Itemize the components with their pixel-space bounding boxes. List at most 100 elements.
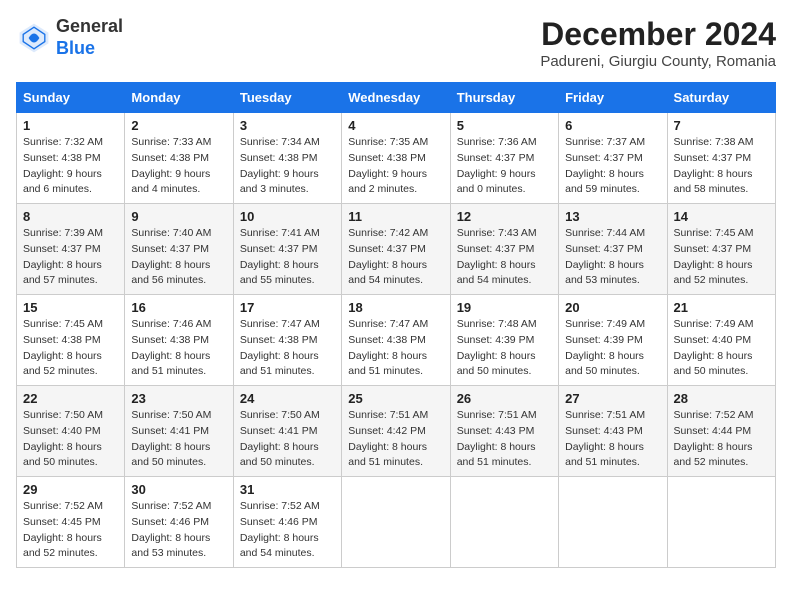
day-detail: Sunrise: 7:43 AMSunset: 4:37 PMDaylight:…	[457, 226, 552, 289]
day-number: 15	[23, 300, 118, 315]
day-number: 5	[457, 118, 552, 133]
calendar-day-cell: 28 Sunrise: 7:52 AMSunset: 4:44 PMDayligh…	[667, 386, 775, 477]
day-number: 31	[240, 482, 335, 497]
calendar-day-cell: 18Sunrise: 7:47 AMSunset: 4:38 PMDayligh…	[342, 295, 450, 386]
calendar-day-cell: 31 Sunrise: 7:52 AMSunset: 4:46 PMDayligh…	[233, 477, 341, 568]
day-number: 10	[240, 209, 335, 224]
calendar-day-cell: 22 Sunrise: 7:50 AMSunset: 4:40 PMDayligh…	[17, 386, 125, 477]
day-detail: Sunrise: 7:41 AMSunset: 4:37 PMDaylight:…	[240, 226, 335, 289]
day-detail: Sunrise: 7:39 AMSunset: 4:37 PMDaylight:…	[23, 226, 118, 289]
month-title: December 2024	[540, 16, 776, 53]
calendar-week-row: 29 Sunrise: 7:52 AMSunset: 4:45 PMDayligh…	[17, 477, 776, 568]
day-detail: Sunrise: 7:52 AMSunset: 4:46 PMDaylight:…	[240, 499, 335, 562]
calendar-week-row: 22 Sunrise: 7:50 AMSunset: 4:40 PMDayligh…	[17, 386, 776, 477]
calendar-day-cell: 14Sunrise: 7:45 AMSunset: 4:37 PMDayligh…	[667, 204, 775, 295]
weekday-header-wednesday: Wednesday	[342, 83, 450, 113]
day-detail: Sunrise: 7:40 AMSunset: 4:37 PMDaylight:…	[131, 226, 226, 289]
day-number: 30	[131, 482, 226, 497]
day-number: 4	[348, 118, 443, 133]
calendar-day-cell: 23Sunrise: 7:50 AMSunset: 4:41 PMDayligh…	[125, 386, 233, 477]
day-number: 11	[348, 209, 443, 224]
logo: General Blue	[16, 16, 123, 59]
calendar-day-cell: 5 Sunrise: 7:36 AMSunset: 4:37 PMDaylight…	[450, 113, 558, 204]
day-number: 26	[457, 391, 552, 406]
calendar-day-cell: 26 Sunrise: 7:51 AMSunset: 4:43 PMDayligh…	[450, 386, 558, 477]
day-detail: Sunrise: 7:44 AMSunset: 4:37 PMDaylight:…	[565, 226, 660, 289]
calendar-day-cell: 15Sunrise: 7:45 AMSunset: 4:38 PMDayligh…	[17, 295, 125, 386]
day-detail: Sunrise: 7:42 AMSunset: 4:37 PMDaylight:…	[348, 226, 443, 289]
day-detail: Sunrise: 7:34 AMSunset: 4:38 PMDaylight:…	[240, 135, 335, 198]
weekday-header-tuesday: Tuesday	[233, 83, 341, 113]
weekday-header-sunday: Sunday	[17, 83, 125, 113]
weekday-header-friday: Friday	[559, 83, 667, 113]
day-detail: Sunrise: 7:35 AMSunset: 4:38 PMDaylight:…	[348, 135, 443, 198]
day-detail: Sunrise: 7:52 AMSunset: 4:44 PMDaylight:…	[674, 408, 769, 471]
calendar-day-cell: 7 Sunrise: 7:38 AMSunset: 4:37 PMDaylight…	[667, 113, 775, 204]
calendar-table: SundayMondayTuesdayWednesdayThursdayFrid…	[16, 82, 776, 568]
day-detail: Sunrise: 7:51 AMSunset: 4:42 PMDaylight:…	[348, 408, 443, 471]
day-number: 2	[131, 118, 226, 133]
calendar-day-cell: 17 Sunrise: 7:47 AMSunset: 4:38 PMDayligh…	[233, 295, 341, 386]
empty-cell	[559, 477, 667, 568]
page-header: General Blue December 2024 Padureni, Giu…	[16, 16, 776, 70]
day-number: 23	[131, 391, 226, 406]
day-detail: Sunrise: 7:51 AMSunset: 4:43 PMDaylight:…	[565, 408, 660, 471]
day-number: 19	[457, 300, 552, 315]
day-number: 7	[674, 118, 769, 133]
day-detail: Sunrise: 7:50 AMSunset: 4:41 PMDaylight:…	[240, 408, 335, 471]
day-number: 27	[565, 391, 660, 406]
weekday-header-thursday: Thursday	[450, 83, 558, 113]
day-number: 22	[23, 391, 118, 406]
calendar-day-cell: 21Sunrise: 7:49 AMSunset: 4:40 PMDayligh…	[667, 295, 775, 386]
calendar-day-cell: 29 Sunrise: 7:52 AMSunset: 4:45 PMDayligh…	[17, 477, 125, 568]
day-number: 29	[23, 482, 118, 497]
empty-cell	[450, 477, 558, 568]
calendar-day-cell: 24Sunrise: 7:50 AMSunset: 4:41 PMDayligh…	[233, 386, 341, 477]
day-detail: Sunrise: 7:52 AMSunset: 4:45 PMDaylight:…	[23, 499, 118, 562]
day-detail: Sunrise: 7:46 AMSunset: 4:38 PMDaylight:…	[131, 317, 226, 380]
day-number: 8	[23, 209, 118, 224]
day-number: 17	[240, 300, 335, 315]
day-number: 18	[348, 300, 443, 315]
day-detail: Sunrise: 7:51 AMSunset: 4:43 PMDaylight:…	[457, 408, 552, 471]
calendar-week-row: 8 Sunrise: 7:39 AMSunset: 4:37 PMDaylight…	[17, 204, 776, 295]
calendar-day-cell: 10 Sunrise: 7:41 AMSunset: 4:37 PMDayligh…	[233, 204, 341, 295]
weekday-header-saturday: Saturday	[667, 83, 775, 113]
calendar-day-cell: 12 Sunrise: 7:43 AMSunset: 4:37 PMDayligh…	[450, 204, 558, 295]
calendar-day-cell: 16Sunrise: 7:46 AMSunset: 4:38 PMDayligh…	[125, 295, 233, 386]
day-number: 21	[674, 300, 769, 315]
calendar-day-cell: 1 Sunrise: 7:32 AMSunset: 4:38 PMDaylight…	[17, 113, 125, 204]
day-number: 12	[457, 209, 552, 224]
day-detail: Sunrise: 7:33 AMSunset: 4:38 PMDaylight:…	[131, 135, 226, 198]
logo-blue: Blue	[56, 38, 123, 60]
day-number: 13	[565, 209, 660, 224]
day-number: 6	[565, 118, 660, 133]
day-detail: Sunrise: 7:52 AMSunset: 4:46 PMDaylight:…	[131, 499, 226, 562]
day-number: 3	[240, 118, 335, 133]
day-number: 1	[23, 118, 118, 133]
calendar-day-cell: 9Sunrise: 7:40 AMSunset: 4:37 PMDaylight…	[125, 204, 233, 295]
day-detail: Sunrise: 7:48 AMSunset: 4:39 PMDaylight:…	[457, 317, 552, 380]
calendar-week-row: 15Sunrise: 7:45 AMSunset: 4:38 PMDayligh…	[17, 295, 776, 386]
day-number: 14	[674, 209, 769, 224]
calendar-day-cell: 30 Sunrise: 7:52 AMSunset: 4:46 PMDayligh…	[125, 477, 233, 568]
day-detail: Sunrise: 7:38 AMSunset: 4:37 PMDaylight:…	[674, 135, 769, 198]
calendar-day-cell: 8 Sunrise: 7:39 AMSunset: 4:37 PMDaylight…	[17, 204, 125, 295]
empty-cell	[342, 477, 450, 568]
calendar-header-row: SundayMondayTuesdayWednesdayThursdayFrid…	[17, 83, 776, 113]
day-number: 28	[674, 391, 769, 406]
calendar-day-cell: 13 Sunrise: 7:44 AMSunset: 4:37 PMDayligh…	[559, 204, 667, 295]
calendar-day-cell: 27 Sunrise: 7:51 AMSunset: 4:43 PMDayligh…	[559, 386, 667, 477]
calendar-day-cell: 19 Sunrise: 7:48 AMSunset: 4:39 PMDayligh…	[450, 295, 558, 386]
day-detail: Sunrise: 7:50 AMSunset: 4:40 PMDaylight:…	[23, 408, 118, 471]
day-number: 20	[565, 300, 660, 315]
calendar-day-cell: 20 Sunrise: 7:49 AMSunset: 4:39 PMDayligh…	[559, 295, 667, 386]
day-detail: Sunrise: 7:32 AMSunset: 4:38 PMDaylight:…	[23, 135, 118, 198]
day-detail: Sunrise: 7:47 AMSunset: 4:38 PMDaylight:…	[240, 317, 335, 380]
empty-cell	[667, 477, 775, 568]
day-detail: Sunrise: 7:49 AMSunset: 4:39 PMDaylight:…	[565, 317, 660, 380]
calendar-day-cell: 4 Sunrise: 7:35 AMSunset: 4:38 PMDaylight…	[342, 113, 450, 204]
weekday-header-monday: Monday	[125, 83, 233, 113]
day-detail: Sunrise: 7:36 AMSunset: 4:37 PMDaylight:…	[457, 135, 552, 198]
title-block: December 2024 Padureni, Giurgiu County, …	[540, 16, 776, 70]
